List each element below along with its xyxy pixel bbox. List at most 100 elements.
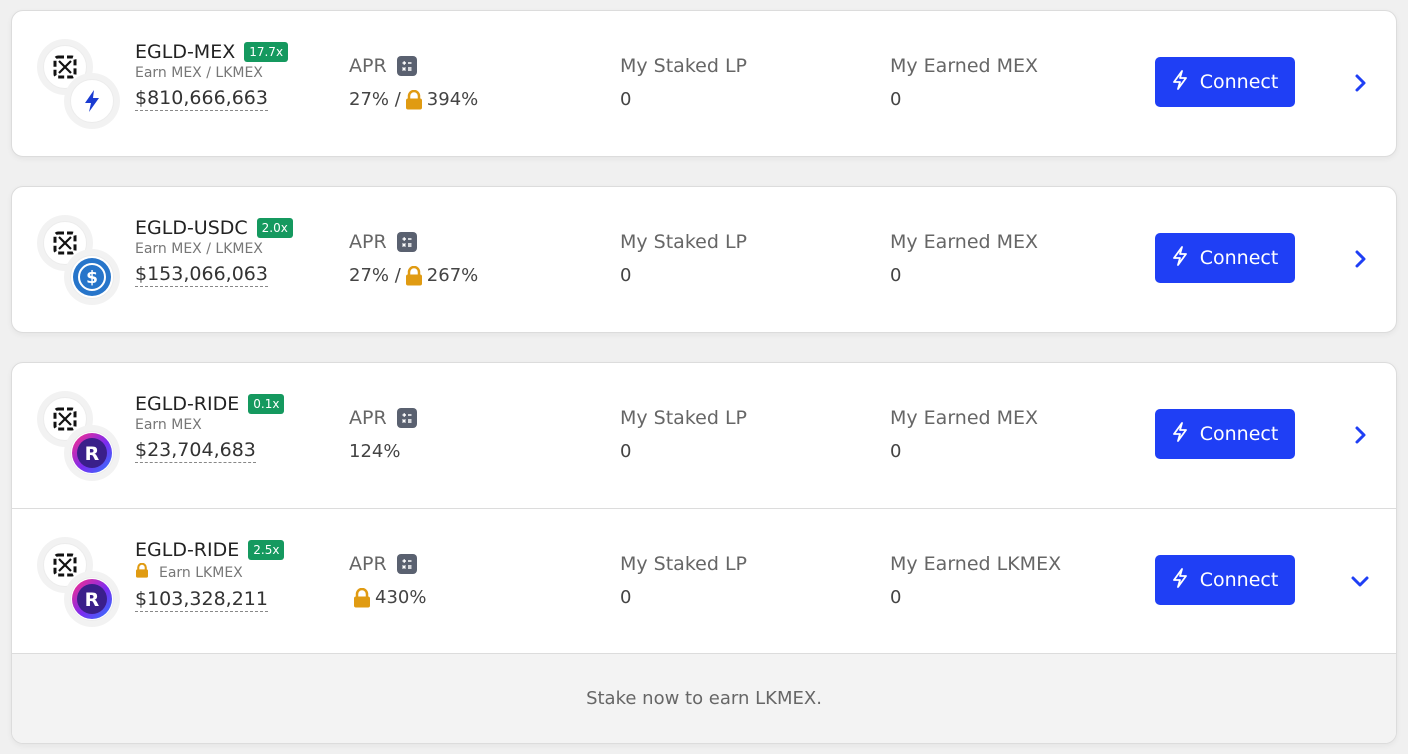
- lightning-icon: [1172, 421, 1200, 447]
- ride-token-icon: R: [70, 431, 114, 475]
- farm-row: R EGLD-RIDE 0.1x Earn MEX $23,704,683 AP…: [12, 363, 1396, 508]
- farm-card: EGLD-MEX 17.7x Earn MEX / LKMEX $810,666…: [11, 10, 1397, 157]
- calculator-icon[interactable]: [396, 232, 417, 252]
- lock-icon: [405, 89, 423, 110]
- ride-token-icon: R: [70, 577, 114, 621]
- svg-text:$: $: [86, 268, 98, 288]
- lock-icon: [405, 265, 423, 286]
- earned-label: My Earned MEX: [890, 407, 1039, 429]
- apr-value: 27% / 267%: [349, 265, 478, 286]
- apr-label: APR: [349, 407, 387, 429]
- lightning-icon: [1172, 245, 1200, 271]
- tvl-value[interactable]: $810,666,663: [135, 87, 268, 111]
- farm-info: EGLD-USDC 2.0x Earn MEX / LKMEX $153,066…: [135, 217, 293, 287]
- earned-column: My Earned MEX 0: [890, 55, 1038, 110]
- farm-info: EGLD-RIDE 2.5x Earn LKMEX $103,328,211: [135, 539, 285, 612]
- chevron-down-icon[interactable]: [1348, 569, 1372, 593]
- farm-card: $ EGLD-USDC 2.0x Earn MEX / LKMEX $153,0…: [11, 186, 1397, 333]
- farm-info: EGLD-RIDE 0.1x Earn MEX $23,704,683: [135, 393, 285, 463]
- multiplier-badge: 17.7x: [244, 42, 289, 62]
- staked-value: 0: [620, 587, 632, 608]
- earned-label: My Earned MEX: [890, 231, 1039, 253]
- earned-column: My Earned LKMEX 0: [890, 553, 1061, 608]
- pair-name: EGLD-RIDE: [135, 539, 240, 561]
- apr-column: APR 430%: [349, 553, 426, 608]
- calculator-icon[interactable]: [396, 554, 417, 574]
- farm-row: EGLD-MEX 17.7x Earn MEX / LKMEX $810,666…: [12, 11, 1396, 156]
- chevron-right-icon[interactable]: [1348, 247, 1372, 271]
- farm-row: $ EGLD-USDC 2.0x Earn MEX / LKMEX $153,0…: [12, 187, 1396, 332]
- farm-info: EGLD-MEX 17.7x Earn MEX / LKMEX $810,666…: [135, 41, 289, 111]
- earn-label: Earn LKMEX: [159, 564, 243, 581]
- staked-label: My Staked LP: [620, 553, 747, 575]
- apr-locked-value: 267%: [426, 265, 479, 286]
- earn-info: Earn LKMEX: [135, 562, 284, 582]
- connect-button[interactable]: Connect: [1155, 555, 1295, 605]
- earn-info: Earn MEX / LKMEX: [135, 65, 288, 81]
- apr-label: APR: [349, 553, 387, 575]
- svg-text:R: R: [85, 589, 100, 611]
- expanded-message: Stake now to earn LKMEX.: [586, 688, 822, 709]
- staked-label: My Staked LP: [620, 231, 747, 253]
- staked-label: My Staked LP: [620, 407, 747, 429]
- lightning-icon: [1172, 69, 1200, 95]
- staked-column: My Staked LP 0: [620, 553, 747, 608]
- farm-row: R EGLD-RIDE 2.5x Earn LKMEX $103,328,211…: [12, 508, 1396, 653]
- tvl-value[interactable]: $23,704,683: [135, 439, 256, 463]
- earned-value: 0: [890, 587, 902, 608]
- earned-value: 0: [890, 441, 902, 462]
- earn-label: Earn MEX / LKMEX: [135, 241, 263, 257]
- usdc-token-icon: $: [70, 255, 114, 299]
- tvl-value[interactable]: $103,328,211: [135, 588, 268, 612]
- earned-label: My Earned MEX: [890, 55, 1039, 77]
- earned-column: My Earned MEX 0: [890, 231, 1038, 286]
- apr-column: APR 27% / 394%: [349, 55, 478, 110]
- pair-name: EGLD-USDC: [135, 217, 248, 239]
- earned-column: My Earned MEX 0: [890, 407, 1038, 462]
- staked-column: My Staked LP 0: [620, 231, 747, 286]
- connect-button[interactable]: Connect: [1155, 233, 1295, 283]
- calculator-icon[interactable]: [396, 56, 417, 76]
- staked-column: My Staked LP 0: [620, 407, 747, 462]
- staked-value: 0: [620, 89, 632, 110]
- earned-label: My Earned LKMEX: [890, 553, 1062, 575]
- multiplier-badge: 2.5x: [248, 540, 285, 560]
- calculator-icon[interactable]: [396, 408, 417, 428]
- connect-label: Connect: [1199, 423, 1279, 445]
- pair-name: EGLD-MEX: [135, 41, 236, 63]
- earn-info: Earn MEX / LKMEX: [135, 241, 293, 257]
- pair-name: EGLD-RIDE: [135, 393, 240, 415]
- staked-column: My Staked LP 0: [620, 55, 747, 110]
- connect-button[interactable]: Connect: [1155, 409, 1295, 459]
- apr-base-value: 124%: [349, 441, 401, 462]
- apr-locked-value: 394%: [426, 89, 479, 110]
- earn-label: Earn MEX / LKMEX: [135, 65, 263, 81]
- apr-base-value: 27% /: [349, 265, 401, 286]
- farm-group-card: R EGLD-RIDE 0.1x Earn MEX $23,704,683 AP…: [11, 362, 1397, 744]
- staked-label: My Staked LP: [620, 55, 747, 77]
- tvl-value[interactable]: $153,066,063: [135, 263, 268, 287]
- lightning-icon: [1172, 567, 1200, 593]
- apr-label: APR: [349, 231, 387, 253]
- earned-value: 0: [890, 89, 902, 110]
- apr-value: 27% / 394%: [349, 89, 478, 110]
- staked-value: 0: [620, 265, 632, 286]
- apr-label: APR: [349, 55, 387, 77]
- staked-value: 0: [620, 441, 632, 462]
- lock-icon: [135, 562, 159, 582]
- multiplier-badge: 0.1x: [248, 394, 285, 414]
- apr-column: APR 27% / 267%: [349, 231, 478, 286]
- connect-label: Connect: [1199, 247, 1279, 269]
- connect-label: Connect: [1199, 71, 1279, 93]
- apr-value: 430%: [349, 587, 426, 608]
- apr-column: APR 124%: [349, 407, 417, 462]
- apr-locked-value: 430%: [375, 587, 427, 608]
- apr-base-value: 27% /: [349, 89, 401, 110]
- chevron-right-icon[interactable]: [1348, 423, 1372, 447]
- connect-button[interactable]: Connect: [1155, 57, 1295, 107]
- earn-info: Earn MEX: [135, 417, 284, 433]
- earn-label: Earn MEX: [135, 417, 202, 433]
- chevron-right-icon[interactable]: [1348, 71, 1372, 95]
- apr-value: 124%: [349, 441, 417, 462]
- earned-value: 0: [890, 265, 902, 286]
